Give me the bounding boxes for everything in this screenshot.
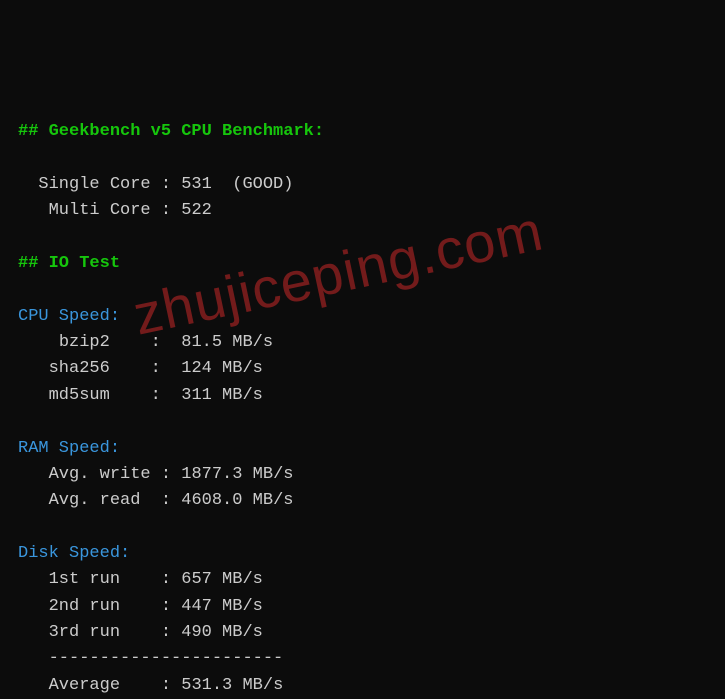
ram-row-value: 1877.3 MB/s	[181, 465, 293, 484]
multi-core-value: 522	[181, 201, 212, 220]
ram-row-label: Avg. read	[49, 491, 141, 510]
single-core-label: Single Core	[38, 175, 150, 194]
disk-speed-title: Disk Speed:	[18, 544, 130, 563]
disk-row-value: 657 MB/s	[181, 570, 263, 589]
disk-row-value: 447 MB/s	[181, 597, 263, 616]
cpu-row-label: bzip2	[59, 333, 110, 352]
disk-avg-label: Average	[49, 676, 120, 695]
disk-row-label: 3rd run	[49, 623, 120, 642]
geekbench-heading: ## Geekbench v5 CPU Benchmark:	[18, 122, 324, 141]
ram-row-value: 4608.0 MB/s	[181, 491, 293, 510]
multi-core-label: Multi Core	[49, 201, 151, 220]
iotest-heading: ## IO Test	[18, 254, 120, 273]
cpu-row-value: 81.5 MB/s	[181, 333, 273, 352]
cpu-row-value: 124 MB/s	[181, 359, 263, 378]
cpu-speed-title: CPU Speed:	[18, 307, 120, 326]
disk-divider: -----------------------	[49, 649, 284, 668]
cpu-row-label: md5sum	[49, 386, 110, 405]
disk-row-label: 1st run	[49, 570, 120, 589]
disk-row-label: 2nd run	[49, 597, 120, 616]
cpu-row-label: sha256	[49, 359, 110, 378]
single-core-value: 531	[181, 175, 212, 194]
disk-avg-value: 531.3 MB/s	[181, 676, 283, 695]
ram-speed-title: RAM Speed:	[18, 439, 120, 458]
single-core-rating: (GOOD)	[232, 175, 293, 194]
disk-row-value: 490 MB/s	[181, 623, 263, 642]
ram-row-label: Avg. write	[49, 465, 151, 484]
cpu-row-value: 311 MB/s	[181, 386, 263, 405]
